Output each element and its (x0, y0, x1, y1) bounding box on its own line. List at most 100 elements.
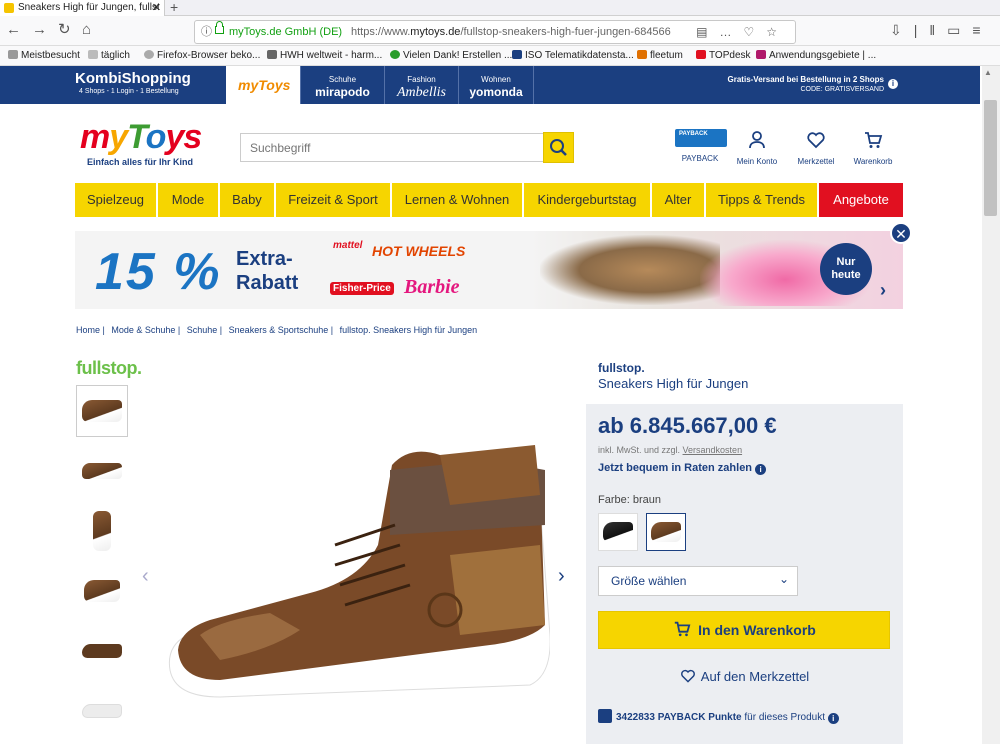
info-icon[interactable]: i (888, 79, 898, 89)
thumbnail[interactable] (76, 625, 128, 677)
reader-icons[interactable]: ▤…♡☆ (696, 21, 789, 43)
vat-note: inkl. MwSt. und zzgl. Versandkosten (598, 445, 743, 455)
brand-barbie: Barbie (404, 276, 460, 298)
nav-spielzeug[interactable]: Spielzeug (75, 183, 158, 217)
add-to-cart-button[interactable]: In den Warenkorb (598, 611, 890, 649)
search-input[interactable] (240, 133, 544, 162)
payback-logo: PAYBACK (675, 129, 727, 147)
nav-lernen-wohnen[interactable]: Lernen & Wohnen (392, 183, 524, 217)
bookmark-item[interactable]: ISO Telematikdatensta... (512, 46, 634, 66)
search-button[interactable] (543, 132, 574, 163)
account-link[interactable]: Mein Konto (730, 130, 784, 166)
bookmarks-bar: Meistbesucht täglich Firefox-Browser bek… (0, 46, 1000, 66)
nav-mode[interactable]: Mode (158, 183, 220, 217)
user-icon (749, 131, 765, 149)
shipping-link[interactable]: Versandkosten (683, 445, 743, 455)
close-banner-icon[interactable]: ✕ (890, 222, 912, 244)
close-tab-icon[interactable]: ✕ (152, 0, 161, 16)
nav-tipps-trends[interactable]: Tipps & Trends (706, 183, 819, 217)
thumbnail[interactable] (76, 565, 128, 617)
breadcrumb-item[interactable]: Schuhe | (187, 325, 222, 335)
bookmark-item[interactable]: HWH weltweit - harm... (267, 46, 382, 66)
info-icon[interactable]: ⓘ (201, 21, 212, 43)
product-name: Sneakers High für Jungen (598, 376, 749, 391)
thumbnail[interactable] (76, 445, 128, 497)
thumbnail[interactable] (76, 505, 128, 557)
brand-logo[interactable]: fullstop. (76, 358, 142, 379)
cart-icon (865, 132, 883, 148)
free-shipping-text: Gratis-Versand bei Bestellung in 2 Shops (727, 75, 884, 84)
banner-extra-rabatt: Extra- Rabatt (236, 248, 299, 294)
favicon-icon (4, 3, 14, 13)
kombi-logo[interactable]: KombiShopping (75, 70, 191, 87)
info-icon[interactable]: i (755, 464, 767, 475)
thumbnail[interactable] (76, 685, 128, 737)
search-icon (550, 139, 567, 156)
browser-tools-icons[interactable]: ⇩|‖▭≡ (890, 22, 993, 39)
cart-link[interactable]: Warenkorb (848, 130, 898, 166)
nav-angebote[interactable]: Angebote (819, 183, 903, 217)
color-swatch-brown[interactable] (646, 513, 686, 551)
mytoys-logo[interactable]: myToys (80, 118, 202, 157)
breadcrumb-item[interactable]: Sneakers & Sportschuhe | (229, 325, 333, 335)
tab-title: Sneakers High für Jungen, fullst (18, 2, 160, 13)
lock-icon (215, 21, 224, 34)
breadcrumb-item: fullstop. Sneakers High für Jungen (339, 325, 478, 335)
brand-hotwheels: HOT WHEELS (372, 243, 466, 259)
bookmark-item[interactable]: Meistbesucht (8, 46, 80, 66)
breadcrumb: Home | Mode & Schuhe | Schuhe | Sneakers… (76, 325, 481, 335)
nav-kindergeburtstag[interactable]: Kindergeburtstag (524, 183, 652, 217)
wishlist-link[interactable]: Merkzettel (792, 130, 840, 166)
payback-points: 3422833 PAYBACK Punkte für dieses Produk… (598, 709, 839, 724)
bookmark-item[interactable]: Anwendungsgebiete | ... (756, 46, 876, 66)
logo-tagline: Einfach alles für Ihr Kind (87, 157, 194, 167)
bookmark-item[interactable]: Vielen Dank! Erstellen ... (390, 46, 512, 66)
prev-image-icon[interactable]: ‹ (142, 565, 149, 588)
browser-tab[interactable]: Sneakers High für Jungen, fullst ✕ (0, 0, 165, 16)
heart-icon (807, 132, 825, 149)
brand-fisherprice: Fisher-Price (330, 282, 394, 295)
heart-icon (680, 669, 695, 683)
thumbnail[interactable] (76, 385, 128, 437)
breadcrumb-item[interactable]: Home | (76, 325, 105, 335)
scrollbar-thumb[interactable] (984, 100, 997, 216)
nav-baby[interactable]: Baby (220, 183, 276, 217)
nur-heute-badge: Nur heute (820, 243, 872, 295)
shop-tab-ambellis[interactable]: Fashion Ambellis (384, 66, 458, 104)
color-swatch-black[interactable] (598, 513, 638, 551)
brand-mattel: mattel (333, 240, 363, 251)
scroll-up-icon[interactable]: ▲ (984, 68, 992, 77)
add-to-wishlist-button[interactable]: Auf den Merkzettel (598, 668, 890, 684)
banner-dinosaur-image (540, 235, 720, 305)
shop-tab-mirapodo[interactable]: Schuhe mirapodo (300, 66, 384, 104)
bookmark-item[interactable]: fleetum (637, 46, 683, 66)
breadcrumb-item[interactable]: Mode & Schuhe | (111, 325, 180, 335)
product-brand[interactable]: fullstop. (598, 361, 645, 375)
next-image-icon[interactable]: › (558, 565, 565, 588)
bookmark-item[interactable]: täglich (88, 46, 130, 66)
mytoys-small-logo: myToys (238, 77, 291, 93)
bookmark-item[interactable]: Firefox-Browser beko... (144, 46, 260, 66)
reload-icon[interactable]: ↻ (58, 22, 71, 38)
payback-icon (598, 709, 612, 723)
bookmark-item[interactable]: TOPdesk (696, 46, 751, 66)
home-icon[interactable]: ⌂ (82, 22, 91, 38)
installment-link[interactable]: Jetzt bequem in Raten zahlen i (598, 462, 767, 475)
product-main-image[interactable] (160, 435, 550, 705)
info-icon[interactable]: i (827, 713, 839, 724)
chevron-down-icon: ⌄ (778, 572, 789, 586)
size-select[interactable]: Größe wählen ⌄ (598, 566, 798, 596)
nav-freizeit-sport[interactable]: Freizeit & Sport (276, 183, 392, 217)
cart-icon (674, 621, 691, 637)
color-label: Farbe: braun (598, 494, 661, 506)
free-shipping-code: CODE: GRATISVERSAND (800, 86, 885, 93)
forward-icon[interactable]: → (32, 22, 47, 38)
new-tab-icon[interactable]: + (170, 0, 178, 14)
url-bar[interactable]: ⓘ myToys.de GmbH (DE) https://www.mytoys… (194, 20, 796, 44)
shop-tab-yomonda[interactable]: Wohnen yomonda (458, 66, 534, 104)
nav-alter[interactable]: Alter (652, 183, 706, 217)
url-org: myToys.de GmbH (DE) (229, 26, 343, 38)
back-icon[interactable]: ← (6, 22, 21, 38)
url-text[interactable]: https://www.mytoys.de/fullstop-sneakers-… (351, 21, 671, 43)
banner-next-icon[interactable]: › (880, 280, 886, 301)
